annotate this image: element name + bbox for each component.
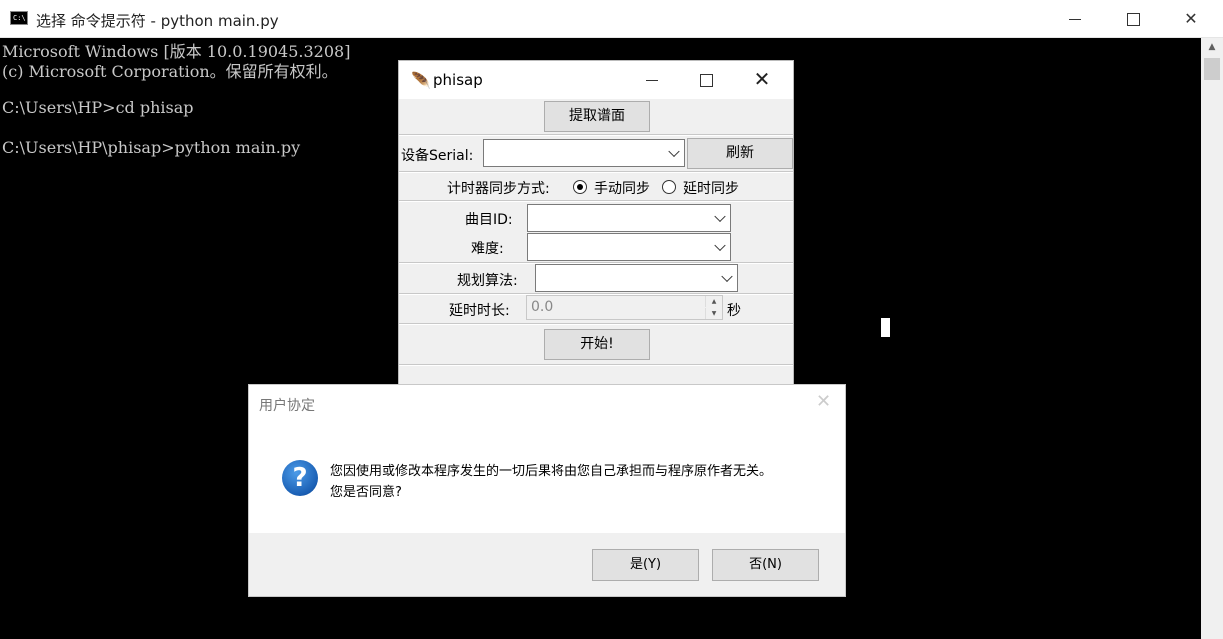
dialog-title: 用户协定 [259, 398, 315, 414]
dialog-close-button[interactable]: ✕ [816, 391, 831, 412]
console-window-title: 选择 命令提示符 - python main.py [36, 12, 279, 30]
phisap-window: 🪶 phisap ✕ 提取谱面 设备Serial: 刷新 计时器同步方式: 手动… [398, 60, 794, 385]
chevron-down-icon [721, 270, 733, 283]
scroll-up-arrow-icon[interactable]: ▲ [1201, 38, 1223, 56]
device-serial-combobox[interactable] [483, 139, 685, 167]
phisap-titlebar: 🪶 phisap ✕ [399, 61, 793, 99]
song-id-combobox[interactable] [527, 204, 731, 232]
phisap-close-button[interactable]: ✕ [739, 61, 785, 99]
separator [399, 134, 793, 136]
user-agreement-dialog: 用户协定 ✕ ? 您因使用或修改本程序发生的一切后果将由您自己承担而与程序原作者… [248, 384, 846, 597]
delay-duration-value: 0.0 [531, 299, 554, 315]
song-id-label: 曲目ID: [465, 212, 513, 228]
phisap-window-title: phisap [433, 71, 483, 89]
sync-method-label: 计时器同步方式: [447, 181, 550, 197]
feather-icon: 🪶 [411, 71, 431, 90]
radio-manual-sync-label[interactable]: 手动同步 [594, 178, 650, 198]
difficulty-label: 难度: [471, 241, 504, 257]
console-maximize-button[interactable] [1104, 0, 1162, 38]
console-minimize-button[interactable] [1046, 0, 1104, 38]
close-icon: ✕ [753, 67, 771, 91]
console-close-button[interactable]: ✕ [1162, 0, 1220, 38]
separator [399, 171, 793, 173]
spin-down-arrow-icon[interactable]: ▼ [705, 308, 722, 319]
radio-delay-sync[interactable] [662, 180, 676, 194]
scrollbar-thumb[interactable] [1204, 58, 1220, 80]
question-icon: ? [282, 460, 318, 496]
delay-duration-label: 延时时长: [449, 303, 510, 319]
separator [399, 323, 793, 325]
console-scrollbar[interactable]: ▲ [1201, 38, 1223, 639]
chevron-down-icon [714, 239, 726, 252]
separator [399, 364, 793, 366]
minimize-icon [646, 80, 658, 81]
separator [399, 200, 793, 202]
dialog-button-bar: 是(Y) 否(N) [249, 533, 845, 596]
console-titlebar: C:\ 选择 命令提示符 - python main.py ✕ [0, 0, 1223, 38]
dialog-message-line1: 您因使用或修改本程序发生的一切后果将由您自己承担而与程序原作者无关。 [330, 464, 773, 479]
console-cursor [881, 318, 890, 337]
device-serial-label: 设备Serial: [401, 148, 474, 164]
spin-up-arrow-icon[interactable]: ▲ [705, 296, 722, 307]
delay-duration-spinbox[interactable]: 0.0 ▲ ▼ [526, 295, 723, 320]
phisap-maximize-button[interactable] [683, 61, 729, 99]
maximize-icon [699, 74, 713, 87]
algorithm-label: 规划算法: [457, 273, 518, 289]
extract-chart-button[interactable]: 提取谱面 [544, 101, 650, 132]
radio-delay-sync-label[interactable]: 延时同步 [683, 178, 739, 198]
console-line: C:\Users\HP>cd phisap [2, 98, 194, 117]
console-line: C:\Users\HP\phisap>python main.py [2, 138, 301, 157]
phisap-minimize-button[interactable] [629, 61, 675, 99]
yes-button[interactable]: 是(Y) [592, 549, 699, 581]
no-button[interactable]: 否(N) [712, 549, 819, 581]
close-icon: ✕ [816, 391, 832, 412]
start-button[interactable]: 开始! [544, 329, 650, 360]
dialog-message-line2: 您是否同意? [330, 485, 402, 500]
console-app-icon: C:\ [10, 11, 28, 25]
radio-manual-sync[interactable] [573, 180, 587, 194]
chevron-down-icon [714, 210, 726, 223]
radio-selected-dot [577, 184, 583, 190]
maximize-icon [1126, 13, 1140, 26]
console-line: (c) Microsoft Corporation。保留所有权利。 [2, 62, 338, 81]
close-icon: ✕ [1184, 9, 1198, 28]
difficulty-combobox[interactable] [527, 233, 731, 261]
chevron-down-icon [668, 145, 680, 158]
refresh-button[interactable]: 刷新 [687, 138, 793, 169]
algorithm-combobox[interactable] [535, 264, 738, 292]
delay-unit-label: 秒 [727, 303, 741, 319]
minimize-icon [1069, 19, 1081, 20]
